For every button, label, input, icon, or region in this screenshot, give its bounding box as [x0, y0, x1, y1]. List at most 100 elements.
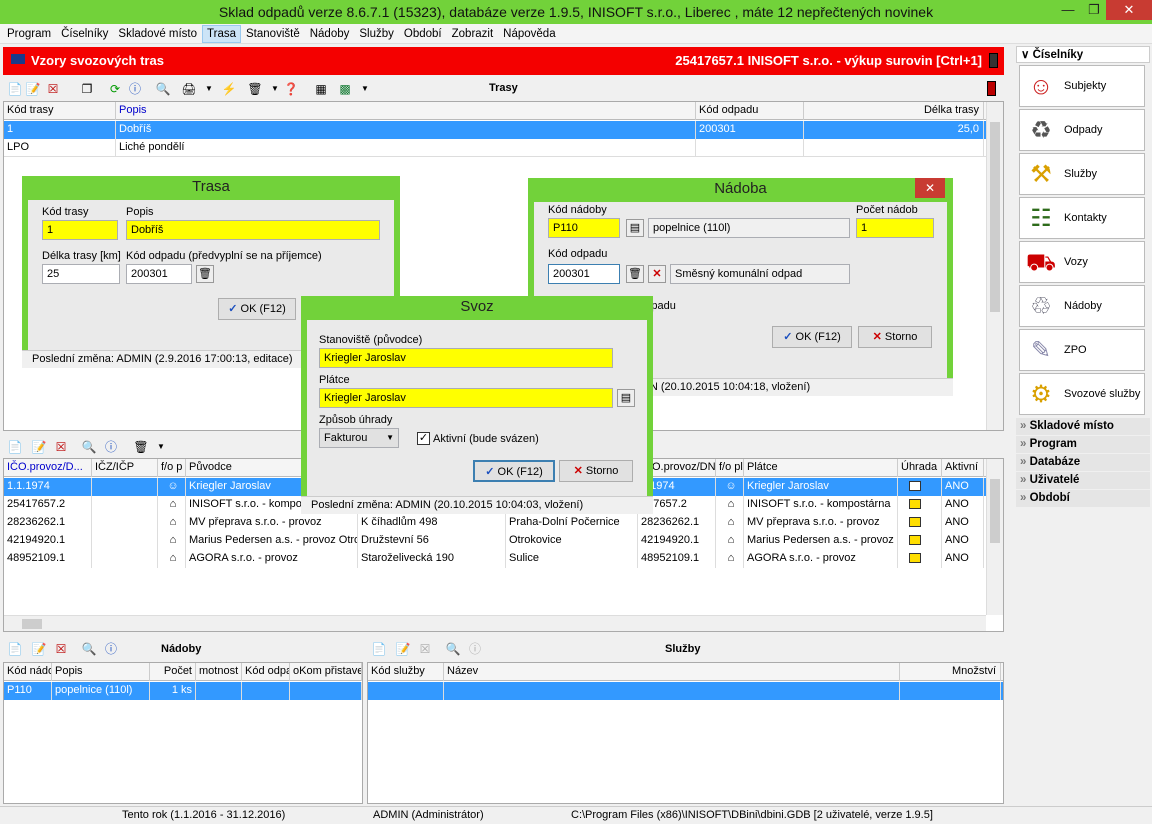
ok-button[interactable]: ✓ OK (F12): [218, 298, 296, 320]
col-kod-trasy[interactable]: Kód trasy: [4, 102, 116, 120]
col-delka[interactable]: Délka trasy: [804, 102, 984, 120]
col-platce[interactable]: Plátce: [744, 459, 898, 477]
col-aktivni[interactable]: Aktivní: [942, 459, 984, 477]
help-icon[interactable]: ❓: [283, 81, 299, 97]
table-row[interactable]: LPO Liché pondělí: [4, 139, 986, 157]
search-icon[interactable]: 🔍: [81, 439, 97, 455]
info-icon[interactable]: ⓘ: [103, 439, 119, 455]
sidebar-head[interactable]: ∨ Číselníky: [1016, 46, 1150, 63]
odpad-input[interactable]: 200301: [126, 264, 192, 284]
sidebar-group-4[interactable]: » Období: [1016, 490, 1150, 507]
kod-odpadu-input[interactable]: 200301: [548, 264, 620, 284]
bin-icon[interactable]: 🗑: [626, 265, 644, 283]
delka-input[interactable]: 25: [42, 264, 120, 284]
comment-icon[interactable]: ▤: [617, 389, 635, 407]
delete-icon[interactable]: ☒: [45, 81, 61, 97]
menu-program[interactable]: Program: [2, 25, 56, 43]
search-icon[interactable]: 🔍: [155, 81, 171, 97]
svozy-hscroll[interactable]: [4, 615, 986, 631]
close-icon[interactable]: ✕: [915, 178, 945, 198]
sidebar-item-zpo[interactable]: ✎ ZPO: [1019, 329, 1145, 371]
col-hmotnost[interactable]: motnost: [196, 663, 242, 681]
table-row[interactable]: 1 Dobříš 200301 25,0: [4, 121, 986, 139]
col-fo[interactable]: f/o p: [158, 459, 186, 477]
maximize-button[interactable]: ❐: [1080, 0, 1108, 20]
col-popis[interactable]: Popis: [52, 663, 150, 681]
menu-sluzby[interactable]: Služby: [354, 25, 399, 43]
col-kod-odpadu[interactable]: Kód odpadu: [696, 102, 804, 120]
sidebar-group-2[interactable]: » Databáze: [1016, 454, 1150, 471]
col-icz[interactable]: IČZ/IČP: [92, 459, 158, 477]
col-ico[interactable]: IČO.provoz/D...: [4, 459, 92, 477]
uhrada-select[interactable]: Fakturou ▼: [319, 428, 399, 448]
menu-skladove-misto[interactable]: Skladové místo: [113, 25, 202, 43]
info-icon[interactable]: ⓘ: [127, 81, 143, 97]
table-row[interactable]: 42194920.1 ⌂ Marius Pedersen a.s. - provoz…: [4, 532, 986, 550]
bin-icon[interactable]: 🗑: [196, 265, 214, 283]
sidebar-group-1[interactable]: » Program: [1016, 436, 1150, 453]
col-kod-odpadu[interactable]: Kód odpa: [242, 663, 290, 681]
bin-icon[interactable]: 🗑: [247, 81, 263, 97]
col-nazev[interactable]: Název: [444, 663, 900, 681]
col-kod-nadoby[interactable]: Kód nádo: [4, 663, 52, 681]
sidebar-item-subjekty[interactable]: ☺ Subjekty: [1019, 65, 1145, 107]
storno-button[interactable]: ✕ Storno: [559, 460, 633, 482]
aktivni-checkbox[interactable]: ✓: [417, 432, 430, 445]
sidebar-group-0[interactable]: » Skladové místo: [1016, 418, 1150, 435]
platce-input[interactable]: Kriegler Jaroslav: [319, 388, 613, 408]
menu-ciselniky[interactable]: Číselníky: [56, 25, 113, 43]
chevron-down-icon[interactable]: ▼: [201, 81, 217, 97]
chevron-down-icon[interactable]: ▼: [153, 439, 169, 455]
col-popis[interactable]: Popis: [116, 102, 696, 120]
stanoviste-input[interactable]: Kriegler Jaroslav: [319, 348, 613, 368]
trasy-scrollbar[interactable]: [986, 102, 1003, 430]
table-row[interactable]: [368, 682, 1003, 700]
bin-icon[interactable]: 🗑: [133, 439, 149, 455]
sidebar-item-odpady[interactable]: ♻ Odpady: [1019, 109, 1145, 151]
refresh-icon[interactable]: ⟳: [107, 81, 123, 97]
delete-icon[interactable]: ☒: [53, 439, 69, 455]
new-icon[interactable]: 📄: [7, 641, 23, 657]
close-button[interactable]: ✕: [1106, 0, 1152, 20]
menu-zobrazit[interactable]: Zobrazit: [447, 25, 499, 43]
col-pristaveni[interactable]: oKom přistavei: [290, 663, 362, 681]
ok-button[interactable]: ✓ OK (F12): [772, 326, 852, 348]
menu-stanoviste[interactable]: Stanoviště: [241, 25, 305, 43]
clear-icon[interactable]: ✕: [648, 265, 666, 283]
storno-button[interactable]: ✕ Storno: [858, 326, 932, 348]
kod-nadoby-input[interactable]: P110: [548, 218, 620, 238]
new-icon[interactable]: 📄: [7, 81, 23, 97]
minimize-button[interactable]: —: [1054, 0, 1082, 20]
kod-trasy-input[interactable]: 1: [42, 220, 118, 240]
table-row[interactable]: P110 popelnice (110l) 1 ks: [4, 682, 362, 700]
menu-nadoby[interactable]: Nádoby: [305, 25, 355, 43]
sidebar-item-svozove-sluzby[interactable]: ⚙ Svozové služby: [1019, 373, 1145, 415]
sidebar-group-3[interactable]: » Uživatelé: [1016, 472, 1150, 489]
svozy-scrollbar[interactable]: [986, 459, 1003, 615]
col-fo2[interactable]: f/o pl: [716, 459, 744, 477]
menu-trasa[interactable]: Trasa: [202, 25, 242, 43]
new-icon[interactable]: 📄: [371, 641, 387, 657]
tree-icon[interactable]: ▦: [313, 81, 329, 97]
comment-icon[interactable]: ▤: [626, 219, 644, 237]
sidebar-item-nadoby[interactable]: ♲ Nádoby: [1019, 285, 1145, 327]
excel-icon[interactable]: ▩: [337, 81, 353, 97]
col-pocet[interactable]: Počet: [150, 663, 196, 681]
edit-icon[interactable]: 📝: [25, 81, 41, 97]
lightning-icon[interactable]: ⚡: [221, 81, 237, 97]
menu-obdobi[interactable]: Období: [399, 25, 447, 43]
copy-icon[interactable]: ❐: [79, 81, 95, 97]
col-kod-sluzby[interactable]: Kód služby: [368, 663, 444, 681]
col-uhrada[interactable]: Úhrada: [898, 459, 942, 477]
search-icon[interactable]: 🔍: [445, 641, 461, 657]
table-row[interactable]: 28236262.1 ⌂ MV přeprava s.r.o. - provoz K …: [4, 514, 986, 532]
col-mnozstvi[interactable]: Množství: [900, 663, 1001, 681]
print-icon[interactable]: 🖨: [181, 81, 197, 97]
sidebar-item-vozy[interactable]: ⛟ Vozy: [1019, 241, 1145, 283]
sidebar-item-sluzby[interactable]: ⚒ Služby: [1019, 153, 1145, 195]
edit-icon[interactable]: 📝: [31, 439, 47, 455]
chevron-down-icon[interactable]: ▼: [357, 81, 373, 97]
chevron-down-icon[interactable]: ▼: [267, 81, 283, 97]
popis-input[interactable]: Dobříš: [126, 220, 380, 240]
info-icon[interactable]: ⓘ: [103, 641, 119, 657]
